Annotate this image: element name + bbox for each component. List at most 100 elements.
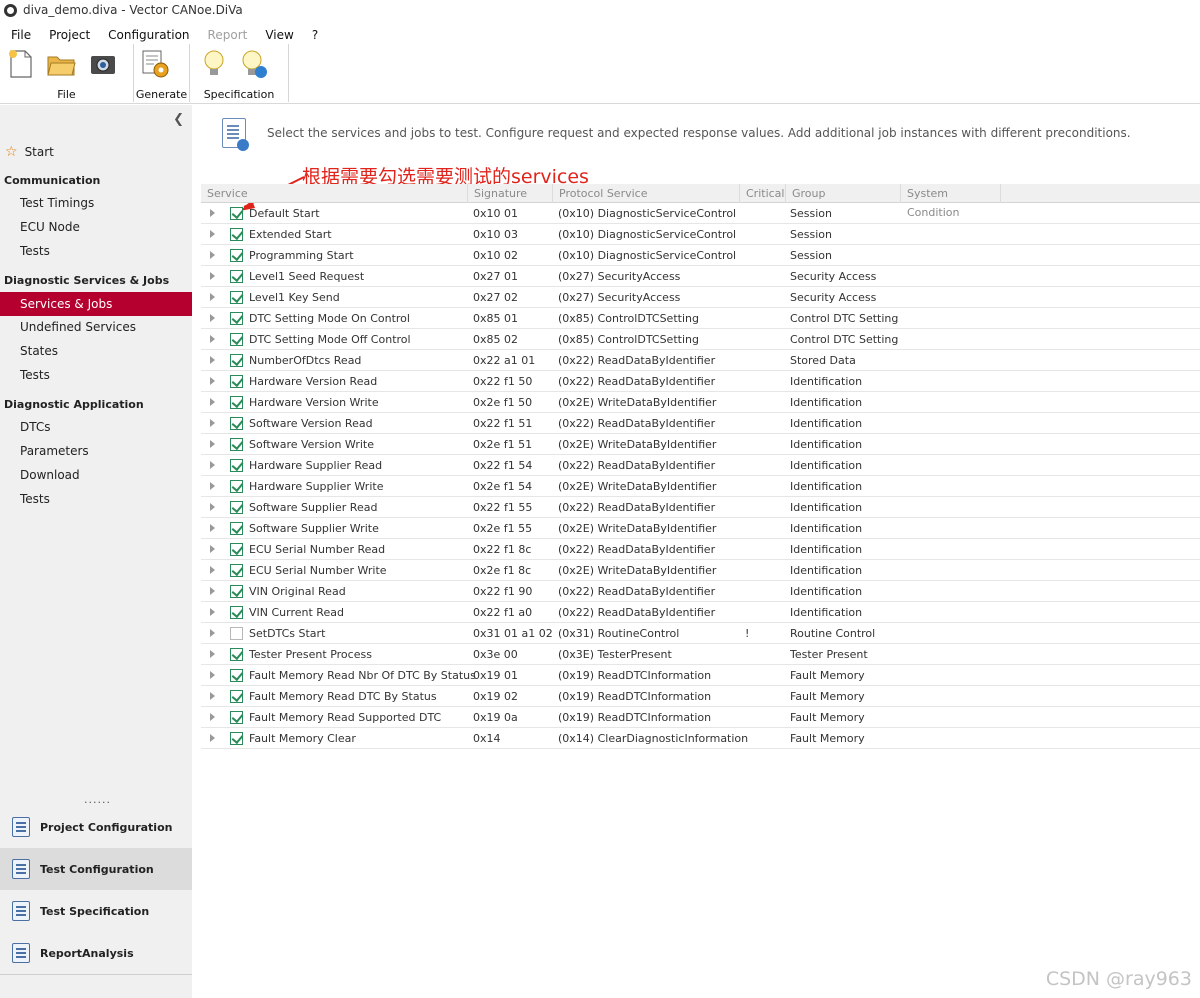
- expand-arrow-icon[interactable]: [210, 377, 215, 385]
- table-row[interactable]: Fault Memory Read DTC By Status 0x19 02 (0…: [201, 686, 1200, 707]
- col-critical[interactable]: Critical: [740, 184, 786, 203]
- menu-help[interactable]: ?: [301, 26, 325, 44]
- sidebar-item-services-tests[interactable]: Tests: [0, 363, 192, 387]
- table-row[interactable]: DTC Setting Mode Off Control 0x85 02 (0x85…: [201, 329, 1200, 350]
- sidebar-item-download[interactable]: Download: [0, 463, 192, 487]
- table-row[interactable]: VIN Current Read 0x22 f1 a0 (0x22) ReadDat…: [201, 602, 1200, 623]
- open-folder-icon[interactable]: [46, 48, 76, 80]
- table-row[interactable]: Level1 Seed Request 0x27 01 (0x27) Securit…: [201, 266, 1200, 287]
- service-checkbox[interactable]: [230, 522, 243, 535]
- sidebar-item-communication-tests[interactable]: Tests: [0, 239, 192, 263]
- table-row[interactable]: Hardware Supplier Write 0x2e f1 54 (0x2E) …: [201, 476, 1200, 497]
- nav-test-configuration[interactable]: Test Configuration: [0, 848, 192, 890]
- expand-arrow-icon[interactable]: [210, 398, 215, 406]
- collapse-chevron-icon[interactable]: ❮: [173, 112, 184, 127]
- nav-report-analysis[interactable]: ReportAnalysis: [0, 932, 192, 974]
- table-row[interactable]: Level1 Key Send 0x27 02 (0x27) SecurityAcc…: [201, 287, 1200, 308]
- service-checkbox[interactable]: [230, 270, 243, 283]
- expand-arrow-icon[interactable]: [210, 356, 215, 364]
- service-checkbox[interactable]: [230, 669, 243, 682]
- service-checkbox[interactable]: [230, 585, 243, 598]
- sidebar-item-start[interactable]: ☆ Start: [5, 144, 54, 160]
- table-row[interactable]: Tester Present Process 0x3e 00 (0x3E) Test…: [201, 644, 1200, 665]
- menu-configuration[interactable]: Configuration: [97, 26, 196, 44]
- sidebar-item-parameters[interactable]: Parameters: [0, 439, 192, 463]
- lightbulb-icon[interactable]: [199, 48, 229, 80]
- expand-arrow-icon[interactable]: [210, 314, 215, 322]
- sidebar-item-services-jobs[interactable]: Services & Jobs: [0, 292, 192, 316]
- service-checkbox[interactable]: [230, 564, 243, 577]
- menu-project[interactable]: Project: [38, 26, 97, 44]
- table-row[interactable]: Software Version Read 0x22 f1 51 (0x22) Re…: [201, 413, 1200, 434]
- service-checkbox[interactable]: [230, 480, 243, 493]
- table-row[interactable]: NumberOfDtcs Read 0x22 a1 01 (0x22) ReadDa…: [201, 350, 1200, 371]
- table-row[interactable]: Fault Memory Read Nbr Of DTC By Status 0x…: [201, 665, 1200, 686]
- col-group[interactable]: Group: [786, 184, 901, 203]
- service-checkbox[interactable]: [230, 459, 243, 472]
- service-checkbox[interactable]: [230, 354, 243, 367]
- lightbulb-refresh-icon[interactable]: [239, 48, 269, 80]
- expand-arrow-icon[interactable]: [210, 692, 215, 700]
- table-row[interactable]: Software Supplier Read 0x22 f1 55 (0x22) R…: [201, 497, 1200, 518]
- sidebar-item-states[interactable]: States: [0, 339, 192, 363]
- expand-arrow-icon[interactable]: [210, 608, 215, 616]
- service-checkbox[interactable]: [230, 312, 243, 325]
- service-checkbox[interactable]: [230, 333, 243, 346]
- table-row[interactable]: Hardware Supplier Read 0x22 f1 54 (0x22) R…: [201, 455, 1200, 476]
- menu-file[interactable]: File: [0, 26, 38, 44]
- col-protocol-service[interactable]: Protocol Service: [553, 184, 740, 203]
- service-checkbox[interactable]: [230, 606, 243, 619]
- table-row[interactable]: Hardware Version Write 0x2e f1 50 (0x2E) W…: [201, 392, 1200, 413]
- table-row[interactable]: SetDTCs Start 0x31 01 a1 02 (0x31) Routine…: [201, 623, 1200, 644]
- menu-view[interactable]: View: [254, 26, 300, 44]
- expand-arrow-icon[interactable]: [210, 230, 215, 238]
- service-checkbox[interactable]: [230, 711, 243, 724]
- expand-arrow-icon[interactable]: [210, 629, 215, 637]
- service-checkbox[interactable]: [230, 249, 243, 262]
- sidebar-splitter-dots[interactable]: ......: [84, 793, 111, 806]
- table-row[interactable]: VIN Original Read 0x22 f1 90 (0x22) ReadDa…: [201, 581, 1200, 602]
- expand-arrow-icon[interactable]: [210, 566, 215, 574]
- table-row[interactable]: Default Start 0x10 01 (0x10) DiagnosticSer…: [201, 203, 1200, 224]
- expand-arrow-icon[interactable]: [210, 440, 215, 448]
- service-checkbox[interactable]: [230, 690, 243, 703]
- table-row[interactable]: DTC Setting Mode On Control 0x85 01 (0x85)…: [201, 308, 1200, 329]
- table-row[interactable]: Programming Start 0x10 02 (0x10) Diagnosti…: [201, 245, 1200, 266]
- table-row[interactable]: ECU Serial Number Write 0x2e f1 8c (0x2E) …: [201, 560, 1200, 581]
- service-checkbox[interactable]: [230, 438, 243, 451]
- sidebar-item-dtcs[interactable]: DTCs: [0, 415, 192, 439]
- expand-arrow-icon[interactable]: [210, 272, 215, 280]
- nav-test-specification[interactable]: Test Specification: [0, 890, 192, 932]
- service-checkbox[interactable]: [230, 207, 243, 220]
- service-checkbox[interactable]: [230, 396, 243, 409]
- expand-arrow-icon[interactable]: [210, 503, 215, 511]
- table-row[interactable]: Software Version Write 0x2e f1 51 (0x2E) W…: [201, 434, 1200, 455]
- expand-arrow-icon[interactable]: [210, 587, 215, 595]
- sidebar-item-undefined-services[interactable]: Undefined Services: [0, 315, 192, 339]
- expand-arrow-icon[interactable]: [210, 209, 215, 217]
- col-signature[interactable]: Signature: [468, 184, 553, 203]
- sidebar-item-ecu-node[interactable]: ECU Node: [0, 215, 192, 239]
- expand-arrow-icon[interactable]: [210, 461, 215, 469]
- service-checkbox[interactable]: [230, 291, 243, 304]
- expand-arrow-icon[interactable]: [210, 293, 215, 301]
- table-row[interactable]: ECU Serial Number Read 0x22 f1 8c (0x22) R…: [201, 539, 1200, 560]
- expand-arrow-icon[interactable]: [210, 482, 215, 490]
- table-row[interactable]: Fault Memory Clear 0x14 (0x14) ClearDiagno…: [201, 728, 1200, 749]
- service-checkbox[interactable]: [230, 648, 243, 661]
- service-checkbox[interactable]: [230, 228, 243, 241]
- table-row[interactable]: Extended Start 0x10 03 (0x10) DiagnosticSe…: [201, 224, 1200, 245]
- expand-arrow-icon[interactable]: [210, 713, 215, 721]
- service-checkbox[interactable]: [230, 732, 243, 745]
- service-checkbox[interactable]: [230, 417, 243, 430]
- expand-arrow-icon[interactable]: [210, 251, 215, 259]
- table-row[interactable]: Fault Memory Read Supported DTC 0x19 0a (0…: [201, 707, 1200, 728]
- expand-arrow-icon[interactable]: [210, 524, 215, 532]
- expand-arrow-icon[interactable]: [210, 335, 215, 343]
- sidebar-item-app-tests[interactable]: Tests: [0, 487, 192, 511]
- service-checkbox[interactable]: [230, 375, 243, 388]
- expand-arrow-icon[interactable]: [210, 734, 215, 742]
- expand-arrow-icon[interactable]: [210, 650, 215, 658]
- nav-project-configuration[interactable]: Project Configuration: [0, 806, 192, 848]
- sidebar-item-test-timings[interactable]: Test Timings: [0, 191, 192, 215]
